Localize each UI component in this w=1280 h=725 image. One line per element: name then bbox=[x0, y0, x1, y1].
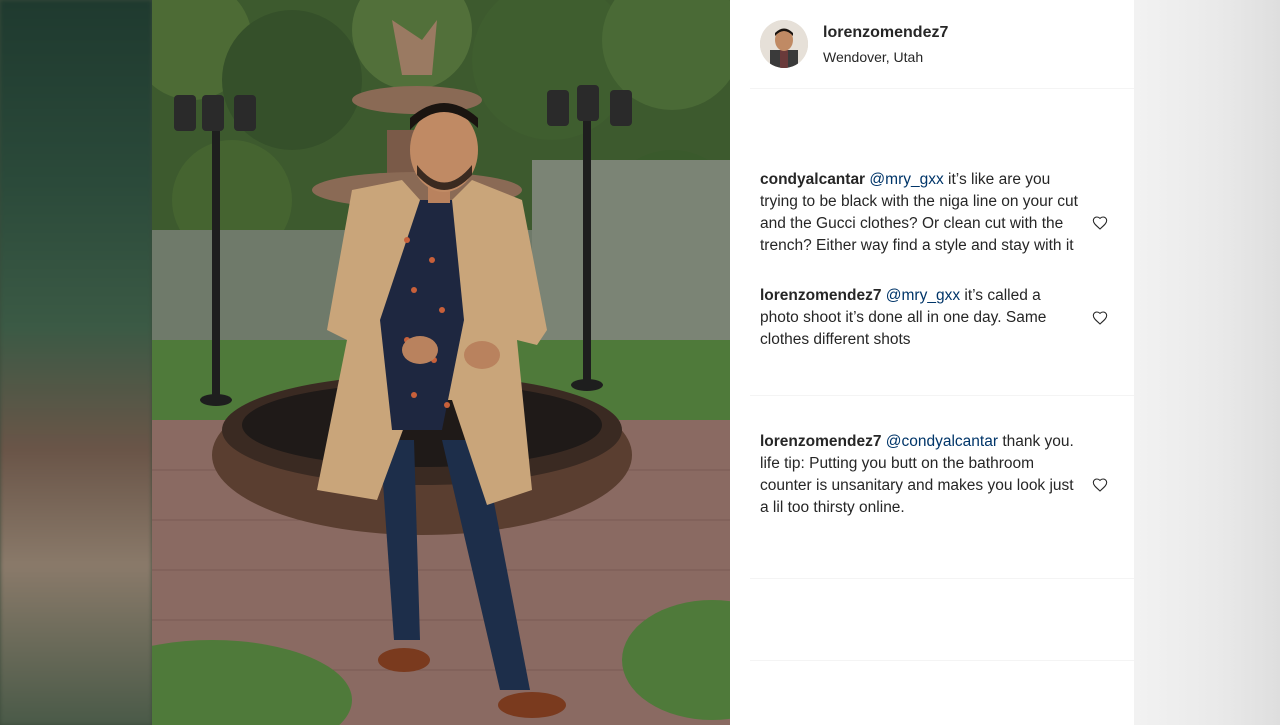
blurred-background-left bbox=[0, 0, 152, 725]
comment-author[interactable]: lorenzomendez7 bbox=[760, 433, 881, 450]
post-username[interactable]: lorenzomendez7 bbox=[823, 24, 948, 42]
heart-outline-icon[interactable] bbox=[1092, 477, 1108, 493]
comment-divider bbox=[750, 578, 1134, 579]
comment-mention[interactable]: @condyalcantar bbox=[886, 433, 998, 450]
post-photo bbox=[152, 0, 730, 725]
avatar-image bbox=[760, 20, 808, 68]
comment: lorenzomendez7 @mry_gxx it’s called a ph… bbox=[760, 285, 1078, 351]
comment-divider bbox=[750, 395, 1134, 396]
comment-author[interactable]: condyalcantar bbox=[760, 171, 865, 188]
post-side-panel: lorenzomendez7 Wendover, Utah condyalcan… bbox=[730, 0, 1134, 725]
blurred-background-right bbox=[1134, 0, 1280, 725]
comment-author[interactable]: lorenzomendez7 bbox=[760, 287, 881, 304]
post-header: lorenzomendez7 Wendover, Utah bbox=[760, 20, 1120, 70]
heart-outline-icon[interactable] bbox=[1092, 215, 1108, 231]
post-photo-illustration bbox=[152, 0, 730, 725]
header-divider bbox=[750, 88, 1134, 89]
post-location[interactable]: Wendover, Utah bbox=[823, 49, 923, 65]
avatar[interactable] bbox=[760, 20, 808, 68]
comment-mention[interactable]: @mry_gxx bbox=[886, 287, 960, 304]
comment: lorenzomendez7 @condyalcantar thank you.… bbox=[760, 431, 1078, 519]
heart-outline-icon[interactable] bbox=[1092, 310, 1108, 326]
comment-divider bbox=[750, 660, 1134, 661]
comment-mention[interactable]: @mry_gxx bbox=[869, 171, 943, 188]
comment: condyalcantar @mry_gxx it’s like are you… bbox=[760, 169, 1078, 257]
